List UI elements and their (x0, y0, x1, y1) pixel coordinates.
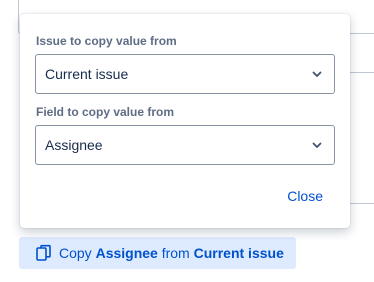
source-field-label: Field to copy value from (36, 105, 175, 119)
copy-source-name: Current issue (193, 245, 284, 261)
source-issue-value: Current issue (45, 66, 129, 82)
copy-icon (35, 244, 53, 262)
source-field-select[interactable]: Assignee (35, 125, 335, 165)
source-issue-label: Issue to copy value from (36, 34, 177, 48)
chevron-down-icon (310, 67, 324, 81)
chevron-down-icon (310, 138, 324, 152)
copy-prefix: Copy (59, 245, 92, 261)
source-field-value: Assignee (45, 137, 103, 153)
copy-middle: from (161, 245, 190, 261)
copy-field-name: Assignee (95, 245, 158, 261)
copy-value-text: Copy Assignee from Current issue (59, 245, 284, 261)
copy-value-button[interactable]: Copy Assignee from Current issue (19, 237, 296, 269)
close-button[interactable]: Close (287, 188, 323, 204)
copy-value-popup: Issue to copy value from Current issue F… (20, 14, 350, 228)
source-issue-select[interactable]: Current issue (35, 54, 335, 94)
